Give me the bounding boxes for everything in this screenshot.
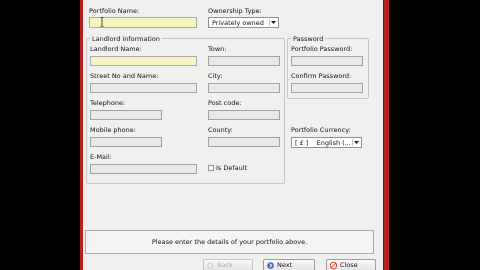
street-field[interactable]	[90, 83, 197, 93]
chevron-down-icon	[352, 139, 360, 146]
portfolio-currency-select[interactable]: [ £ ] English (...	[291, 137, 362, 148]
back-button[interactable]: Back	[203, 259, 253, 270]
is-default-checkbox[interactable]	[208, 165, 214, 171]
portfolio-name-label: Portfolio Name:	[89, 7, 140, 15]
confirm-password-label: Confirm Password:	[291, 72, 352, 80]
postcode-field[interactable]	[208, 110, 280, 120]
status-message: Please enter the details of your portfol…	[151, 238, 308, 246]
portfolio-currency-label: Portfolio Currency:	[291, 126, 351, 134]
county-field[interactable]	[208, 137, 280, 147]
close-button[interactable]: Close	[326, 259, 376, 270]
portfolio-password-label: Portfolio Password:	[291, 45, 353, 53]
landlord-name-field[interactable]	[90, 56, 197, 66]
back-button-label: Back	[217, 261, 233, 269]
text-cursor-icon	[100, 17, 104, 27]
ownership-type-select[interactable]: Privately owned	[208, 17, 279, 28]
chevron-down-icon	[269, 19, 277, 26]
portfolio-name-field[interactable]	[89, 17, 197, 28]
password-title: Password	[291, 35, 326, 43]
close-icon	[330, 261, 337, 269]
mobile-phone-field[interactable]	[90, 137, 162, 147]
email-label: E-Mail:	[90, 153, 112, 161]
next-button-label: Next	[277, 261, 293, 269]
ownership-type-label: Ownership Type:	[208, 7, 262, 15]
ownership-type-value: Privately owned	[212, 18, 264, 27]
is-default-label: Is Default	[216, 164, 248, 172]
window-border-right	[384, 0, 389, 270]
county-label: County:	[208, 126, 233, 134]
town-label: Town:	[208, 45, 227, 53]
town-field[interactable]	[208, 56, 280, 66]
landlord-name-label: Landlord Name:	[90, 45, 142, 53]
close-button-label: Close	[340, 261, 358, 269]
next-button[interactable]: Next	[263, 259, 315, 270]
confirm-password-field[interactable]	[291, 83, 363, 93]
portfolio-currency-value: [ £ ] English (...	[295, 138, 351, 147]
next-arrow-icon	[267, 261, 274, 269]
telephone-field[interactable]	[90, 110, 162, 120]
street-label: Street No and Name:	[90, 72, 159, 80]
status-message-panel: Please enter the details of your portfol…	[85, 230, 374, 254]
window-border-left	[80, 0, 83, 270]
telephone-label: Telephone:	[90, 99, 126, 107]
city-field[interactable]	[208, 83, 280, 93]
postcode-label: Post code:	[208, 99, 242, 107]
city-label: City:	[208, 72, 223, 80]
back-arrow-icon	[207, 261, 214, 269]
portfolio-password-field[interactable]	[291, 56, 363, 66]
mobile-phone-label: Mobile phone:	[90, 126, 136, 134]
window-border-shadow	[383, 0, 384, 270]
landlord-information-title: Landlord information	[90, 35, 162, 43]
email-field[interactable]	[90, 164, 197, 174]
